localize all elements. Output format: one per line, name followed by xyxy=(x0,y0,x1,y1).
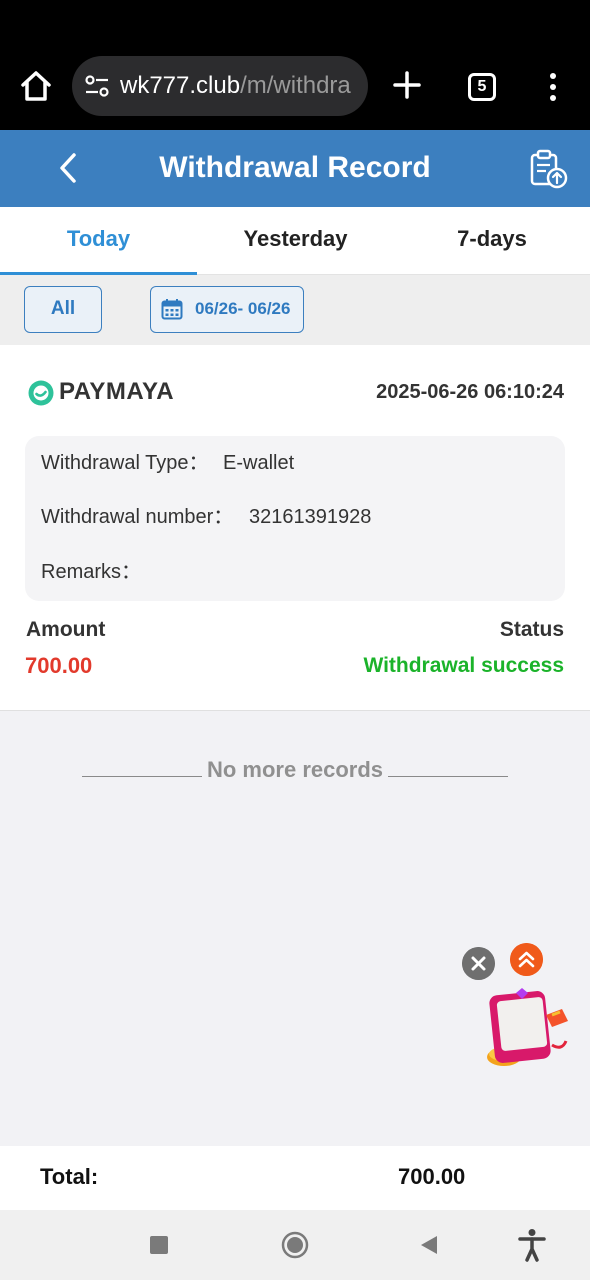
home-button-icon[interactable] xyxy=(281,1231,309,1259)
filter-bar: All 06/26- 06/26 xyxy=(0,275,590,345)
app-header: Withdrawal Record xyxy=(0,130,590,207)
withdrawal-type-row: Withdrawal Type： E-wallet xyxy=(41,448,294,478)
date-tabs: Today Yesterday 7-days xyxy=(0,207,590,275)
record-details: Withdrawal Type： E-wallet Withdrawal num… xyxy=(25,436,565,601)
remarks-label: Remarks： xyxy=(41,561,142,583)
record-datetime: 2025-06-26 06:10:24 xyxy=(376,381,564,403)
withdrawal-type-value: E-wallet xyxy=(223,452,295,474)
amount-value: 700.00 xyxy=(25,653,93,678)
home-icon[interactable] xyxy=(18,68,54,104)
remarks-row: Remarks： xyxy=(41,557,141,587)
withdrawal-record-card[interactable]: PAYMAYA 2025-06-26 06:10:24 Withdrawal T… xyxy=(0,345,590,711)
url-host: wk777.club xyxy=(120,72,241,99)
withdrawal-number-label: Withdrawal number： xyxy=(41,506,234,528)
back-button-icon[interactable] xyxy=(418,1234,438,1256)
calendar-icon xyxy=(161,299,183,320)
browser-toolbar: wk777.club/m/withdra 5 xyxy=(0,0,590,130)
tab-switcher-icon[interactable]: 5 xyxy=(468,73,496,101)
page-title: Withdrawal Record xyxy=(159,151,431,184)
site-settings-icon[interactable] xyxy=(84,74,110,98)
url-path: /m/withdra xyxy=(240,72,351,99)
amount-label: Amount xyxy=(26,618,106,641)
close-icon[interactable] xyxy=(462,947,495,980)
address-bar[interactable]: wk777.club/m/withdra xyxy=(72,56,368,116)
total-label: Total: xyxy=(40,1164,99,1189)
total-bar: Total: 700.00 xyxy=(0,1146,590,1210)
overflow-menu-icon[interactable] xyxy=(548,72,558,102)
new-tab-icon[interactable] xyxy=(392,70,422,100)
divider-right xyxy=(388,776,508,777)
all-filter-button[interactable]: All xyxy=(24,286,102,333)
no-more-records-text: No more records xyxy=(206,757,384,782)
clipboard-upload-icon[interactable] xyxy=(528,148,570,190)
withdrawal-number-row: Withdrawal number： 32161391928 xyxy=(41,502,371,532)
withdrawal-number-value: 32161391928 xyxy=(249,506,372,528)
paymaya-logo-icon xyxy=(28,380,54,406)
tab-today[interactable]: Today xyxy=(0,207,197,275)
promo-gift-icon[interactable] xyxy=(482,985,574,1077)
status-label: Status xyxy=(499,618,564,641)
scroll-to-top-icon[interactable] xyxy=(510,943,543,976)
list-end-indicator: No more records xyxy=(0,752,590,788)
date-range-text: 06/26- 06/26 xyxy=(195,299,291,318)
url-text[interactable]: wk777.club/m/withdra xyxy=(120,70,358,102)
payment-method-name: PAYMAYA xyxy=(59,378,175,405)
withdrawal-type-label: Withdrawal Type： xyxy=(41,452,209,474)
accessibility-icon[interactable] xyxy=(517,1228,547,1262)
date-range-button[interactable]: 06/26- 06/26 xyxy=(150,286,304,333)
system-navigation-bar xyxy=(0,1210,590,1280)
total-value: 700.00 xyxy=(398,1164,466,1189)
tab-7-days[interactable]: 7-days xyxy=(394,207,590,275)
tab-yesterday[interactable]: Yesterday xyxy=(197,207,394,275)
status-value: Withdrawal success xyxy=(363,654,564,677)
recents-icon[interactable] xyxy=(150,1236,168,1254)
